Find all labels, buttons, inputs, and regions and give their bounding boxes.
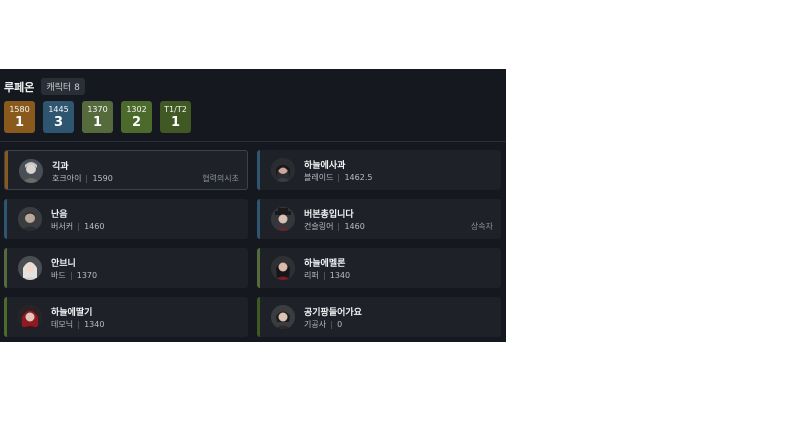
character-class: 리퍼 (304, 271, 319, 280)
character-avatar (271, 256, 295, 280)
separator (338, 173, 340, 182)
character-card[interactable]: 하늘에사과 블레이드 1462.5 (257, 150, 501, 190)
character-info: 바드 1370 (51, 270, 97, 281)
character-avatar (271, 158, 295, 182)
separator (78, 222, 80, 231)
tier-badge-1370[interactable]: 1370 1 (82, 101, 113, 133)
character-title: 상속자 (470, 222, 493, 231)
tier-count: 1 (170, 114, 181, 130)
character-class: 버서커 (51, 222, 74, 231)
tier-stripe (257, 199, 260, 239)
character-info: 기공사 0 (304, 319, 342, 330)
tier-stripe (4, 199, 7, 239)
character-title: 협력의시초 (202, 174, 239, 183)
character-avatar (19, 159, 43, 183)
character-name: 공기팡들어가요 (304, 308, 362, 318)
character-card[interactable]: 안브니 바드 1370 (4, 248, 248, 288)
character-avatar (18, 256, 42, 280)
tier-stripe (257, 150, 260, 190)
tier-count: 1 (14, 114, 25, 130)
character-avatar (271, 305, 295, 329)
character-avatar (271, 207, 295, 231)
tier-level: 1370 (87, 104, 108, 114)
character-name: 안브니 (51, 259, 76, 269)
character-class: 블레이드 (304, 173, 334, 182)
tier-count: 3 (53, 114, 64, 130)
character-name: 난음 (51, 210, 68, 220)
character-class: 건슬링어 (304, 222, 334, 231)
server-name: 루페온 (4, 80, 35, 94)
character-card[interactable]: 하늘에멜론 리퍼 1340 (257, 248, 501, 288)
panel-header: 루페온 캐릭터 8 (4, 78, 85, 95)
tier-level: 1445 (48, 104, 69, 114)
character-panel: 루페온 캐릭터 8 1580 1 1445 3 1370 1 1302 2 T1… (0, 69, 506, 342)
character-count-badge: 캐릭터 8 (41, 78, 85, 95)
tier-badge-t1t2[interactable]: T1/T2 1 (160, 101, 191, 133)
separator (338, 222, 340, 231)
separator (78, 320, 80, 329)
character-avatar (18, 207, 42, 231)
tier-summary: 1580 1 1445 3 1370 1 1302 2 T1/T2 1 (4, 101, 199, 133)
character-card[interactable]: 긱과 호크아이 1590 협력의시초 (4, 150, 248, 190)
character-avatar (18, 305, 42, 329)
character-info: 호크아이 1590 (52, 173, 113, 184)
character-level: 1340 (84, 320, 105, 329)
character-card[interactable]: 버본총입니다 건슬링어 1460 상속자 (257, 199, 501, 239)
character-level: 1462.5 (344, 173, 373, 182)
character-info: 버서커 1460 (51, 221, 104, 232)
character-name: 하늘에딸기 (51, 308, 93, 318)
tier-stripe (257, 297, 260, 337)
character-info: 블레이드 1462.5 (304, 172, 372, 183)
tier-count: 1 (92, 114, 103, 130)
separator (70, 271, 72, 280)
separator (323, 271, 325, 280)
tier-stripe (4, 297, 7, 337)
character-card[interactable]: 공기팡들어가요 기공사 0 (257, 297, 501, 337)
tier-level: 1580 (9, 104, 30, 114)
character-card[interactable]: 난음 버서커 1460 (4, 199, 248, 239)
character-name: 긱과 (52, 162, 69, 172)
tier-stripe (4, 248, 7, 288)
character-level: 1340 (329, 271, 351, 280)
character-info: 데모닉 1340 (51, 319, 104, 330)
separator (86, 174, 88, 183)
separator (331, 320, 333, 329)
tier-badge-1580[interactable]: 1580 1 (4, 101, 35, 133)
divider (0, 141, 506, 142)
character-class: 기공사 (304, 320, 327, 329)
tier-badge-1302[interactable]: 1302 2 (121, 101, 152, 133)
character-level: 0 (337, 320, 343, 329)
character-card[interactable]: 하늘에딸기 데모닉 1340 (4, 297, 248, 337)
character-name: 하늘에사과 (304, 161, 346, 171)
character-info: 리퍼 1340 (304, 270, 350, 281)
character-class: 호크아이 (52, 174, 82, 183)
character-name: 하늘에멜론 (304, 259, 346, 269)
tier-stripe (5, 151, 8, 189)
character-level: 1460 (84, 222, 105, 231)
character-class: 바드 (51, 271, 66, 280)
tier-stripe (257, 248, 260, 288)
character-level: 1460 (344, 222, 365, 231)
tier-badge-1445[interactable]: 1445 3 (43, 101, 74, 133)
character-level: 1370 (76, 271, 98, 280)
tier-level: 1302 (126, 104, 147, 114)
tier-count: 2 (131, 114, 142, 130)
character-class: 데모닉 (51, 320, 74, 329)
tier-level: T1/T2 (164, 104, 187, 114)
character-name: 버본총입니다 (304, 210, 354, 220)
character-level: 1590 (92, 174, 113, 183)
character-info: 건슬링어 1460 (304, 221, 365, 232)
